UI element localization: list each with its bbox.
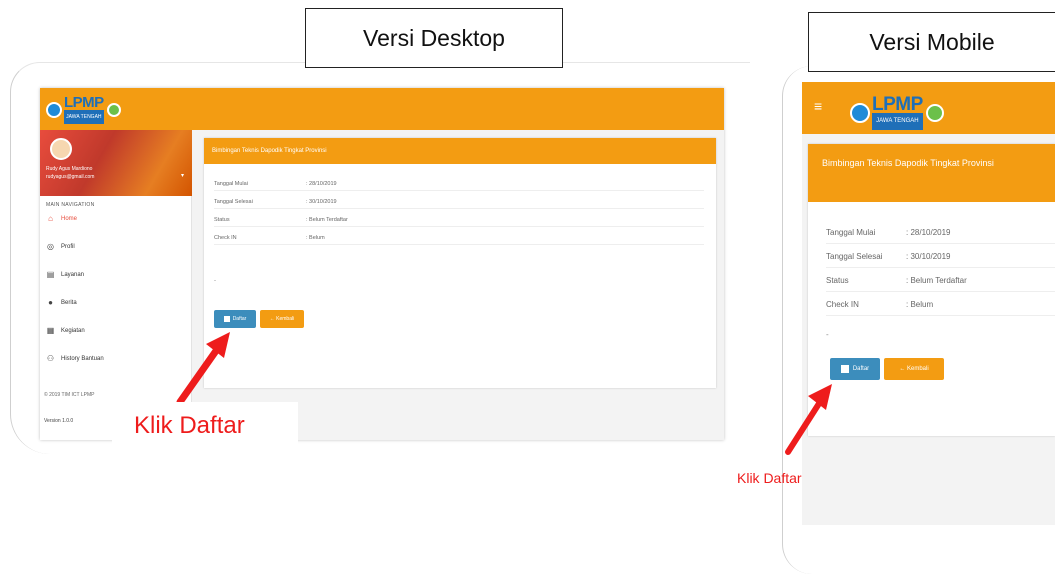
- detail-label: Tanggal Mulai: [214, 181, 248, 187]
- event-card: Bimbingan Teknis Dapodik Tingkat Provins…: [808, 144, 1055, 436]
- sidebar-item-home[interactable]: ⌂ Home: [46, 214, 77, 223]
- separator-dash: -: [826, 330, 829, 339]
- detail-value: : Belum Terdaftar: [906, 276, 967, 285]
- user-icon: ◎: [47, 242, 54, 251]
- footer-version: Version 1.0.0: [44, 418, 74, 424]
- logo-emblem-icon: [850, 103, 870, 123]
- sidebar-item-label: Berita: [61, 299, 77, 306]
- tutorial-figure: Versi Desktop LPMP JAWA TENGAH Rudy Agus…: [0, 0, 1055, 578]
- sidebar-item-layanan[interactable]: ▤ Layanan: [46, 270, 84, 279]
- desktop-header: LPMP JAWA TENGAH: [40, 88, 724, 130]
- calendar-icon: ▦: [46, 326, 55, 335]
- detail-label: Tanggal Mulai: [826, 228, 876, 237]
- detail-row: Check IN : Belum: [826, 294, 1055, 316]
- sidebar-item-label: Layanan: [61, 271, 85, 278]
- detail-row: Tanggal Mulai : 28/10/2019: [214, 178, 704, 191]
- detail-row: Status : Belum Terdaftar: [826, 270, 1055, 292]
- nav-title: MAIN NAVIGATION: [46, 202, 95, 208]
- daftar-button-label: Daftar: [852, 366, 870, 372]
- sidebar-item-history-bantuan[interactable]: ⚇ History Bantuan: [46, 354, 104, 363]
- detail-row: Tanggal Selesai : 30/10/2019: [214, 196, 704, 209]
- mobile-klik-daftar-label: Klik Daftar: [737, 470, 802, 486]
- detail-label: Tanggal Selesai: [826, 252, 883, 261]
- kembali-button[interactable]: ← Kembali: [260, 310, 304, 328]
- desktop-pointer-arrow-icon: [176, 332, 230, 406]
- detail-row: Check IN : Belum: [214, 232, 704, 245]
- detail-value: : 28/10/2019: [906, 228, 951, 237]
- detail-value: : Belum: [906, 300, 934, 309]
- logo-text: LPMP: [64, 94, 104, 111]
- sidebar-item-label: History Bantuan: [61, 355, 104, 362]
- detail-row: Status : Belum Terdaftar: [214, 214, 704, 227]
- detail-row: Tanggal Selesai : 30/10/2019: [826, 246, 1055, 268]
- mobile-caption: Versi Mobile: [808, 12, 1055, 72]
- sidebar-item-kegiatan[interactable]: ▦ Kegiatan: [46, 326, 85, 335]
- save-icon: [840, 365, 849, 373]
- detail-value: : 30/10/2019: [906, 252, 951, 261]
- daftar-button-label: Daftar: [232, 316, 247, 322]
- footer-copyright: © 2019 TIM ICT LPMP: [44, 392, 95, 398]
- detail-label: Status: [214, 217, 230, 223]
- desktop-klik-daftar-label: Klik Daftar: [112, 402, 298, 450]
- detail-value: : Belum Terdaftar: [306, 217, 348, 223]
- lpmp-logo: LPMP JAWA TENGAH: [850, 94, 944, 130]
- users-icon: ⚇: [46, 354, 55, 363]
- sidebar-item-label: Home: [61, 215, 78, 222]
- daftar-button[interactable]: Daftar: [214, 310, 256, 328]
- user-name: Rudy Agus Mardiono: [46, 166, 93, 172]
- detail-label: Check IN: [214, 235, 237, 241]
- daftar-button[interactable]: Daftar: [830, 358, 880, 380]
- desktop-screenshot: LPMP JAWA TENGAH Rudy Agus Mardiono rudy…: [40, 88, 724, 440]
- user-email: rudyagus@gmail.com: [46, 174, 95, 180]
- card-title: Bimbingan Teknis Dapodik Tingkat Provins…: [204, 138, 716, 164]
- logo-subtitle: JAWA TENGAH: [64, 110, 104, 124]
- sidebar-item-label: Kegiatan: [61, 327, 85, 334]
- mobile-header: ≡ LPMP JAWA TENGAH: [802, 82, 1055, 134]
- user-panel: Rudy Agus Mardiono rudyagus@gmail.com ▾: [40, 130, 192, 196]
- sidebar-item-profil[interactable]: ◎ Profil: [46, 242, 75, 251]
- sidebar-item-berita[interactable]: ● Berita: [46, 298, 77, 307]
- avatar: [50, 138, 72, 160]
- desktop-caption: Versi Desktop: [305, 8, 563, 68]
- card-title: Bimbingan Teknis Dapodik Tingkat Provins…: [808, 144, 1055, 202]
- logo-mark-icon: [925, 104, 944, 122]
- sidebar-item-label: Profil: [61, 243, 75, 250]
- separator-dash: -: [214, 278, 216, 284]
- detail-value: : Belum: [306, 235, 325, 241]
- logo-emblem-icon: [46, 102, 62, 118]
- globe-icon: ●: [48, 298, 53, 307]
- event-card: Bimbingan Teknis Dapodik Tingkat Provins…: [204, 138, 716, 388]
- detail-value: : 28/10/2019: [306, 181, 337, 187]
- detail-row: Tanggal Mulai : 28/10/2019: [826, 222, 1055, 244]
- detail-label: Tanggal Selesai: [214, 199, 253, 205]
- detail-label: Status: [826, 276, 849, 285]
- detail-value: : 30/10/2019: [306, 199, 337, 205]
- book-icon: ▤: [46, 270, 55, 279]
- detail-label: Check IN: [826, 300, 859, 309]
- chevron-down-icon[interactable]: ▾: [181, 172, 184, 179]
- hamburger-menu-icon[interactable]: ≡: [814, 98, 822, 114]
- logo-text: LPMP: [872, 94, 923, 115]
- save-icon: [223, 316, 230, 322]
- kembali-button-label: ← Kembali: [269, 316, 295, 322]
- home-icon: ⌂: [48, 214, 53, 223]
- lpmp-logo: LPMP JAWA TENGAH: [46, 94, 121, 124]
- kembali-button[interactable]: ← Kembali: [884, 358, 944, 380]
- logo-mark-icon: [106, 103, 121, 117]
- logo-subtitle: JAWA TENGAH: [872, 113, 923, 130]
- mobile-pointer-arrow-icon: [785, 384, 832, 455]
- kembali-button-label: ← Kembali: [899, 366, 929, 372]
